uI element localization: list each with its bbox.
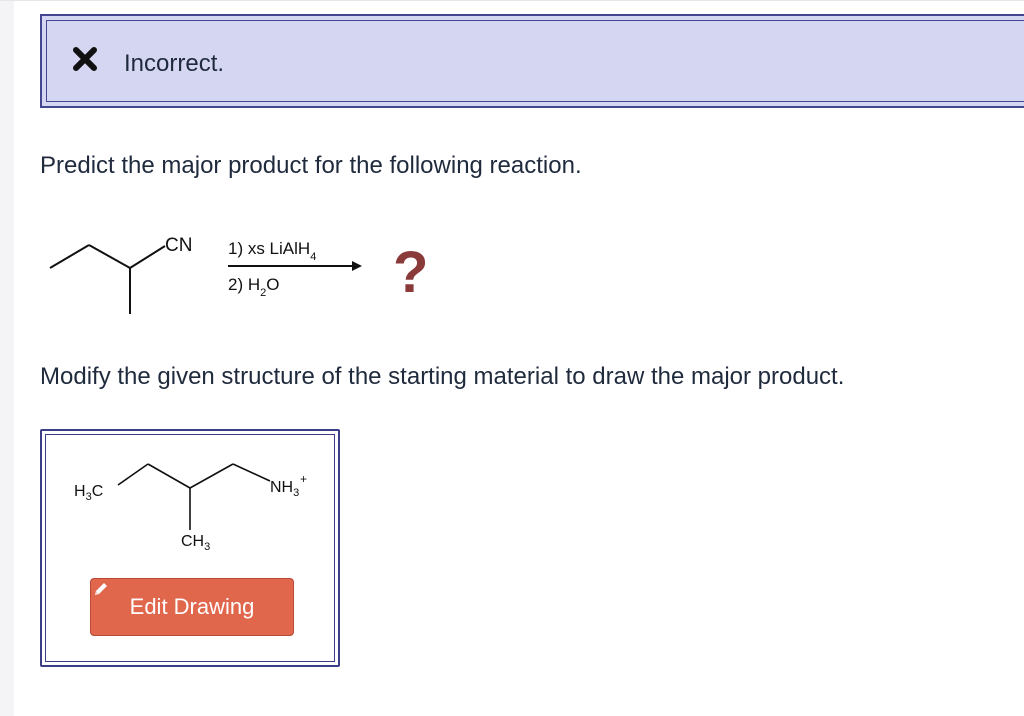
pencil-icon <box>95 583 107 595</box>
reaction-scheme-drawing: CN 1) xs LiAlH4 2) H2O ? <box>49 235 428 314</box>
reaction-scheme: CN 1) xs LiAlH4 2) H2O ? <box>40 220 460 330</box>
reagent-step-1: 1) xs LiAlH4 <box>228 239 316 263</box>
product-bonds <box>117 463 271 530</box>
question-prompt: Predict the major product for the follow… <box>40 152 582 179</box>
methyl-branch-label: CH3 <box>181 533 210 553</box>
ammonium-charge: + <box>300 472 307 486</box>
unknown-product-question-mark: ? <box>393 240 428 305</box>
reaction-arrow-head <box>352 261 362 271</box>
feedback-text: Incorrect. <box>124 50 225 77</box>
methyl-left-label: H3C <box>74 483 103 503</box>
ammonium-label: NH3 <box>270 479 299 499</box>
x-icon <box>73 47 97 71</box>
drawing-instruction: Modify the given structure of the starti… <box>40 363 845 390</box>
starting-material-bonds <box>49 244 166 314</box>
top-divider <box>0 0 1024 1</box>
reagent-step-2: 2) H2O <box>228 275 279 299</box>
page-left-gutter <box>0 0 14 716</box>
nitrile-label: CN <box>165 235 192 256</box>
answer-drawing-box[interactable]: H3C CH3 NH3 + Edit Drawing <box>40 429 340 667</box>
edit-drawing-button[interactable]: Edit Drawing <box>90 578 294 636</box>
edit-drawing-label: Edit Drawing <box>129 594 255 619</box>
